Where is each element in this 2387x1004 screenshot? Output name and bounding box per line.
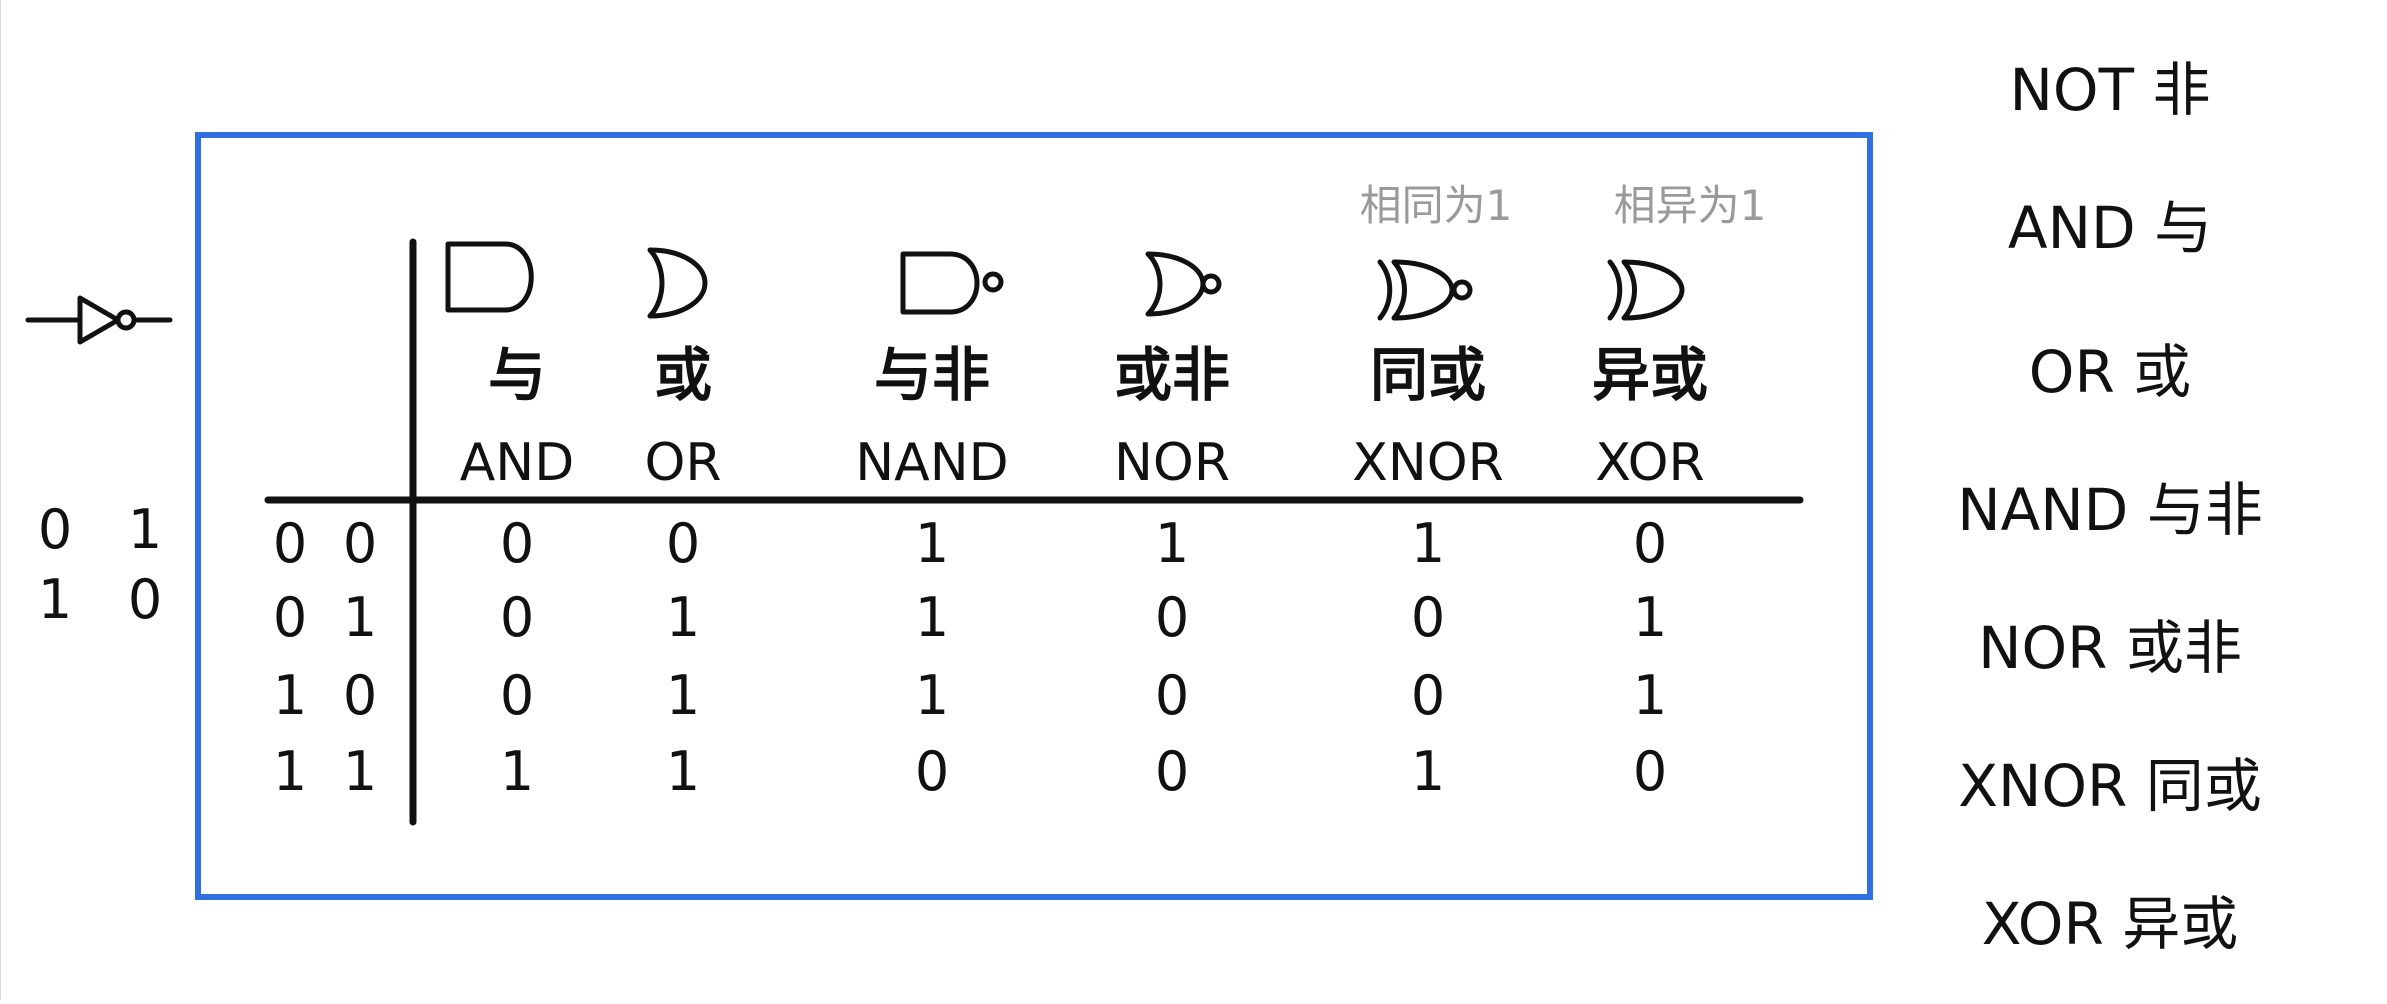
legend-item-1: AND 与 (2008, 194, 2212, 262)
input-cell-r1-c1: 1 (343, 586, 377, 649)
output-cell-r2-c4: 0 (1411, 664, 1445, 727)
input-cell-r2-c1: 0 (343, 664, 377, 727)
and-gate-icon (445, 241, 534, 313)
table-headers: 与 AND 或 OR 与非 NAND 或非 NOR 同或 XNOR 异或 XOR (460, 341, 1708, 493)
xnor-note: 相同为1 (1360, 181, 1513, 230)
diagram-canvas: 0110 相同为1 相异为1 与 AND 或 OR 与非 NAND 或非 NOR… (0, 0, 2387, 1000)
column-header-zh-nand: 与非 (874, 341, 990, 409)
column-header-en-nor: NOR (1114, 433, 1230, 493)
not-gate-symbol (25, 295, 173, 345)
legend-item-6: XOR 异或 (1982, 890, 2238, 958)
legend-item-3: NAND 与非 (1957, 476, 2263, 544)
output-cell-r0-c5: 0 (1633, 512, 1667, 575)
column-header-en-xor: XOR (1595, 433, 1704, 493)
output-cell-r2-c0: 0 (500, 664, 534, 727)
output-cell-r2-c5: 1 (1633, 664, 1667, 727)
column-header-zh-xnor: 同或 (1370, 341, 1486, 409)
column-header-en-and: AND (460, 433, 575, 493)
table-inputs: 0 00 11 01 1 (273, 512, 377, 803)
legend-item-5: XNOR 同或 (1958, 752, 2262, 820)
legend-item-0: NOT 非 (2010, 56, 2211, 124)
input-cell-r0-c1: 0 (343, 512, 377, 575)
input-cell-r0-c0: 0 (273, 512, 307, 575)
not-truth-r0-c0: 0 (38, 498, 72, 561)
table-outputs: 0 0 1 1 1 0 0 1 1 0 0 1 0 1 1 0 0 1 1 1 0 0 1 0 (500, 512, 1667, 803)
header-gate-icons (445, 241, 1685, 321)
output-cell-r2-c3: 0 (1155, 664, 1189, 727)
input-cell-r3-c0: 1 (273, 740, 307, 803)
not-truth-r0-c1: 1 (128, 498, 162, 561)
input-cell-r2-c0: 1 (273, 664, 307, 727)
column-header-en-or: OR (644, 433, 721, 493)
xor-gate-icon (1607, 259, 1685, 321)
output-cell-r0-c0: 0 (500, 512, 534, 575)
legend-list: NOT 非 AND 与 OR 或 NAND 与非 NOR 或非 XNOR 同或 XOR 异或 (1957, 56, 2263, 958)
not-gate-triangle (77, 295, 121, 345)
xor-note: 相异为1 (1614, 181, 1767, 230)
output-cell-r1-c5: 1 (1633, 586, 1667, 649)
column-header-zh-xor: 异或 (1592, 341, 1708, 409)
output-cell-r3-c2: 0 (915, 740, 949, 803)
not-truth-values: 0 11 0 (38, 498, 162, 631)
input-cell-r3-c1: 1 (343, 740, 377, 803)
column-header-en-xnor: XNOR (1352, 433, 1504, 493)
column-header-en-nand: NAND (855, 433, 1008, 493)
output-cell-r3-c5: 0 (1633, 740, 1667, 803)
column-header-zh-nor: 或非 (1114, 341, 1230, 409)
or-gate-icon (647, 247, 708, 319)
column-header-zh-and: 与 (488, 341, 546, 409)
output-cell-r3-c1: 1 (666, 740, 700, 803)
output-cell-r2-c1: 1 (666, 664, 700, 727)
legend-item-4: NOR 或非 (1978, 614, 2242, 682)
output-cell-r1-c0: 0 (500, 586, 534, 649)
not-truth-r1-c0: 1 (38, 568, 72, 631)
column-header-zh-or: 或 (654, 341, 712, 409)
output-cell-r3-c4: 1 (1411, 740, 1445, 803)
output-cell-r0-c2: 1 (915, 512, 949, 575)
output-cell-r0-c1: 0 (666, 512, 700, 575)
output-cell-r3-c3: 0 (1155, 740, 1189, 803)
input-cell-r1-c0: 0 (273, 586, 307, 649)
diagram-svg: 0 11 0 相同为1 相异为1 与AND或OR与非NAND或非NOR同或XNO… (0, 0, 2263, 1000)
output-cell-r1-c3: 0 (1155, 586, 1189, 649)
legend-item-2: OR 或 (2029, 338, 2191, 406)
output-cell-r0-c3: 1 (1155, 512, 1189, 575)
xnor-gate-icon (1377, 259, 1473, 321)
output-cell-r3-c0: 1 (500, 740, 534, 803)
output-cell-r2-c2: 1 (915, 664, 949, 727)
not-truth-r1-c1: 0 (128, 568, 162, 631)
output-cell-r1-c2: 1 (915, 586, 949, 649)
output-cell-r1-c4: 0 (1411, 586, 1445, 649)
nand-gate-icon (900, 251, 1004, 315)
output-cell-r1-c1: 1 (666, 586, 700, 649)
nor-gate-icon (1145, 251, 1222, 317)
output-cell-r0-c4: 1 (1411, 512, 1445, 575)
